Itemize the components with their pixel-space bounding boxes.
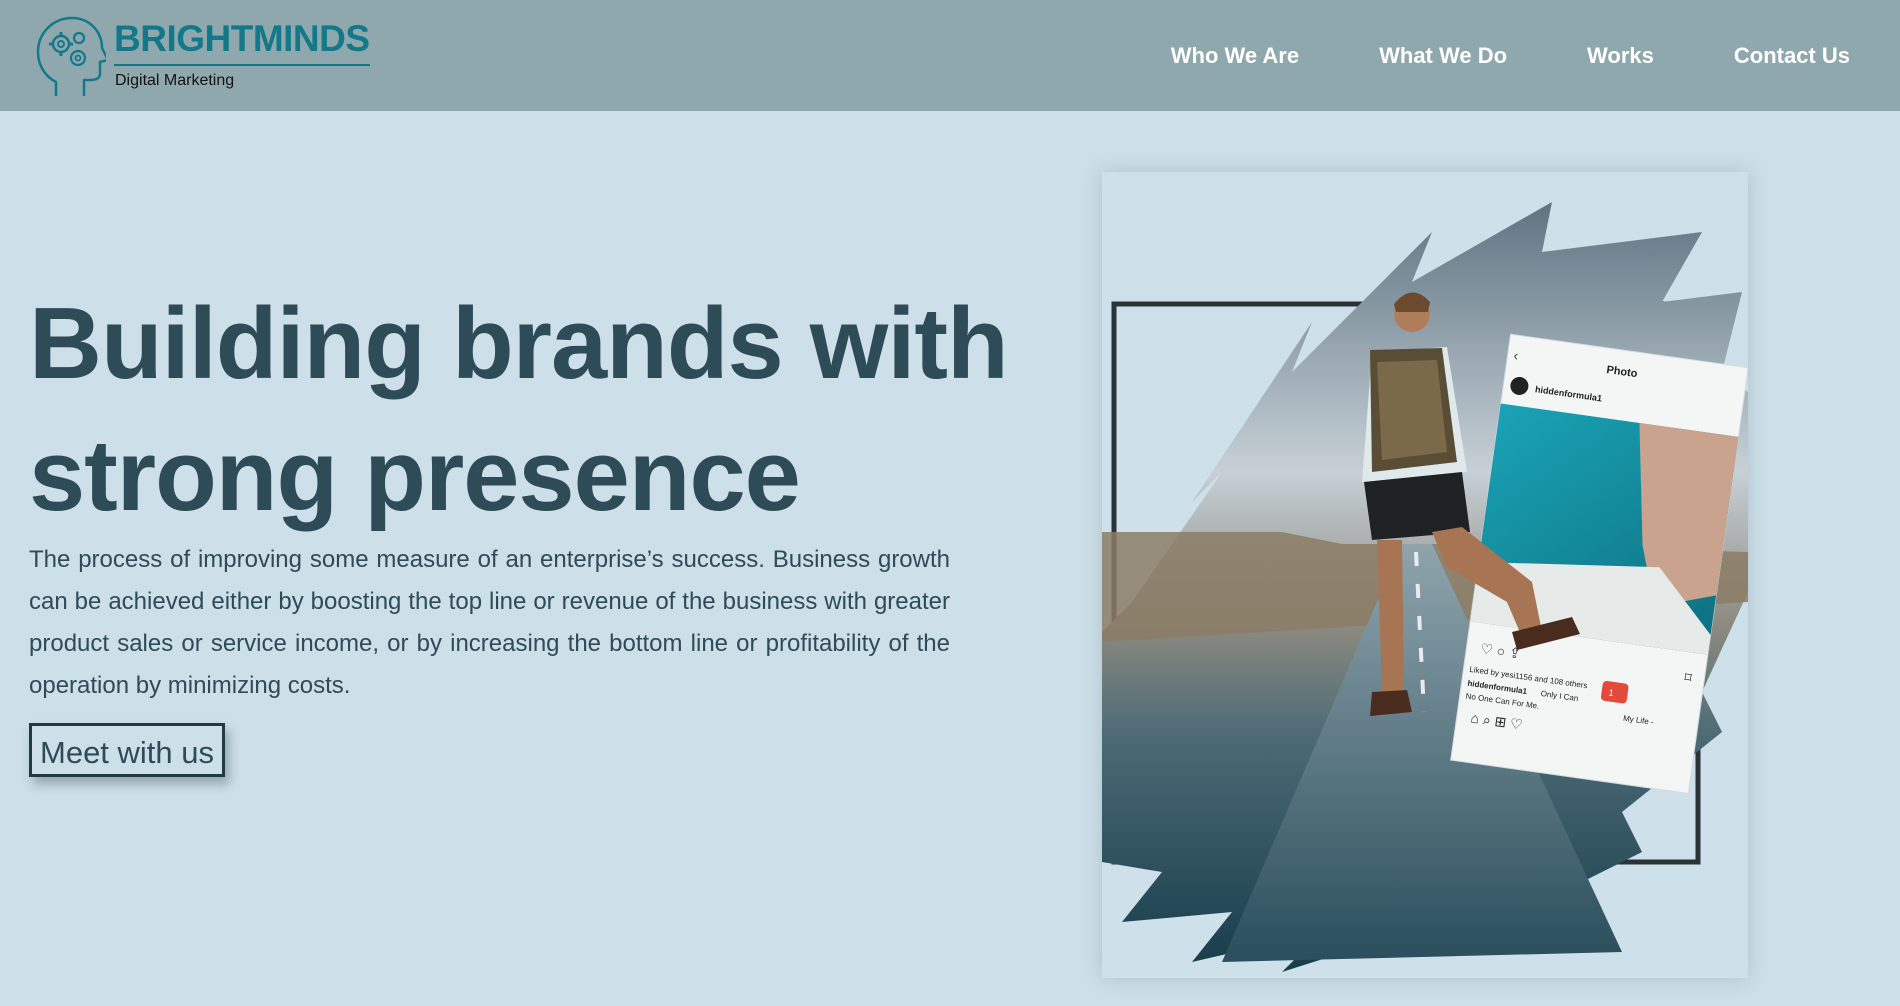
hero-image: Photo ‹ hiddenformula1 ♡ ○ ⇪ ⌑ Liked by … bbox=[1102, 172, 1748, 978]
nav-works[interactable]: Works bbox=[1587, 43, 1654, 69]
site-header: BRIGHTMINDS Digital Marketing Who We Are… bbox=[0, 0, 1900, 111]
nav-what-we-do[interactable]: What We Do bbox=[1379, 43, 1507, 69]
brand-tagline: Digital Marketing bbox=[115, 72, 235, 89]
hero-illustration: Photo ‹ hiddenformula1 ♡ ○ ⇪ ⌑ Liked by … bbox=[1102, 202, 1748, 972]
hero-headline-line-2: strong presence bbox=[29, 420, 801, 532]
logo[interactable]: BRIGHTMINDS Digital Marketing bbox=[34, 14, 370, 98]
meet-with-us-button[interactable]: Meet with us bbox=[29, 723, 226, 777]
nav-who-we-are[interactable]: Who We Are bbox=[1171, 43, 1299, 69]
hero-headline: Building brands with strong presence bbox=[29, 278, 1019, 542]
main-nav: Who We Are What We Do Works Contact Us bbox=[1171, 0, 1850, 111]
nav-contact-us[interactable]: Contact Us bbox=[1734, 43, 1850, 69]
hero-description: The process of improving some measure of… bbox=[29, 546, 950, 699]
hero-headline-line-1: Building brands with bbox=[29, 288, 1009, 400]
brand-name: BRIGHTMINDS bbox=[114, 18, 370, 66]
head-gears-icon bbox=[36, 16, 106, 96]
